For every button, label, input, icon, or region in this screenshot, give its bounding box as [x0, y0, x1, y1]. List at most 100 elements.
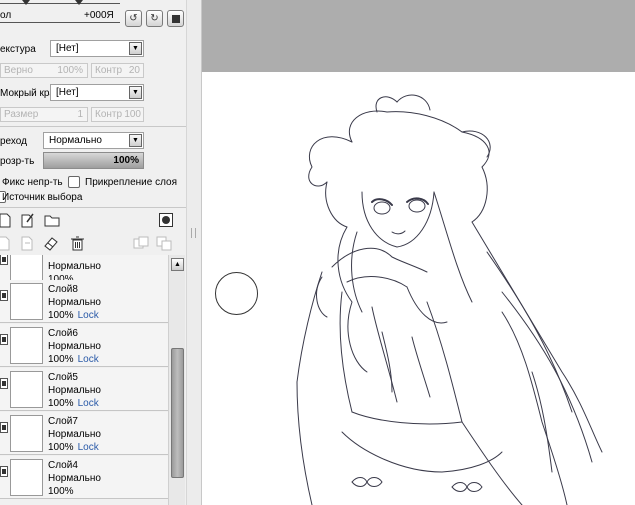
slider-marker-left[interactable] [22, 0, 30, 5]
layer-lock: Lock [77, 310, 99, 321]
slider-value: +000Я [84, 10, 114, 21]
tool-panel: ол +000Я ↺ ↻ екстура [Нет] ▼ Верно 100% … [0, 0, 186, 505]
visibility-icon[interactable] [0, 422, 8, 433]
opacity-value: 100% [113, 155, 139, 166]
layer-mode: Нормально [48, 385, 101, 396]
undo-button[interactable]: ↺ [125, 10, 142, 27]
record-icon [159, 213, 173, 227]
new-layer-icon [0, 213, 11, 227]
scroll-thumb[interactable] [171, 348, 184, 478]
pin-layer-checkbox[interactable] [68, 176, 80, 188]
visibility-icon[interactable] [0, 334, 8, 345]
chevron-down-icon: ▼ [129, 42, 142, 55]
redo-button[interactable]: ↻ [146, 10, 163, 27]
pin-layer-label: Прикрепление слоя [85, 177, 178, 188]
chevron-down-icon: ▼ [129, 86, 142, 99]
layer-opacity: 100% Lock [48, 310, 99, 321]
wet-contrast-field: Контр 100 [91, 107, 144, 122]
trash-icon [70, 236, 84, 250]
layer-lock: Lock [77, 398, 99, 409]
copy-layer-button[interactable] [0, 235, 12, 251]
section-divider [0, 126, 186, 127]
blend-mode-value: Нормально [49, 135, 102, 146]
layer-row[interactable]: Слой6 Нормально 100% Lock [0, 324, 168, 367]
new-layer-button[interactable] [0, 212, 13, 228]
mask-icon [133, 236, 149, 248]
new-vector-layer-icon [21, 213, 34, 227]
blend-mode-select[interactable]: Нормально ▼ [43, 132, 144, 149]
layer-list-scrollbar[interactable]: ▲ [168, 255, 185, 505]
layer-name: Слой6 [48, 328, 78, 339]
delete-layer-button[interactable] [69, 235, 85, 251]
slider-label: ол [0, 10, 12, 21]
merge-layer-icon [21, 236, 33, 250]
layer-mode: Нормально [48, 429, 101, 440]
layer-opacity: 100% [48, 486, 74, 497]
texture-contrast-field: Контр 20 [91, 63, 144, 78]
new-vector-layer-button[interactable] [20, 212, 36, 228]
lineart-drawing [296, 94, 603, 505]
layer-list[interactable]: Нормально 100% Слой8 Нормально 100%Lock … [0, 255, 168, 505]
chevron-down-icon: ▼ [129, 134, 142, 147]
layer-panel-menu-button[interactable] [158, 212, 174, 228]
section-divider [0, 207, 186, 208]
visibility-icon[interactable] [0, 466, 8, 477]
stop-icon [171, 14, 180, 23]
layer-row[interactable]: Слой4 Нормально 100% [0, 456, 168, 499]
visibility-icon[interactable] [0, 290, 8, 301]
layer-name: Слой7 [48, 416, 78, 427]
layer-lock: Lock [77, 354, 99, 365]
layer-opacity: 100% Lock [48, 442, 99, 453]
visibility-icon[interactable] [0, 378, 8, 389]
layer-opacity: 100% Lock [48, 398, 99, 409]
opacity-label: розр-ть [0, 156, 35, 167]
merge-layer-button[interactable] [19, 235, 35, 251]
panel-splitter[interactable] [186, 0, 202, 505]
opacity-slider[interactable]: 100% [43, 152, 144, 169]
layer-thumbnail [10, 415, 43, 452]
eraser-icon [44, 236, 58, 251]
splitter-grip-icon [191, 228, 196, 238]
slider-track [0, 3, 120, 4]
layer-row[interactable]: Слой5 Нормально 100% Lock [0, 368, 168, 411]
visibility-icon[interactable] [0, 255, 8, 265]
wet-contrast-value: 100 [124, 109, 141, 120]
texture-label: екстура [0, 44, 36, 55]
canvas-paper[interactable] [202, 72, 635, 505]
stop-button[interactable] [167, 10, 184, 27]
clip-label: Фикс непр-ть [2, 177, 63, 188]
texture-value: [Нет] [56, 43, 79, 54]
slider-marker-right[interactable] [75, 0, 83, 5]
layer-lock: Lock [77, 442, 99, 453]
layer-row[interactable]: Слой7 Нормально 100% Lock [0, 412, 168, 455]
folder-icon [44, 215, 60, 226]
texture-contrast-label: Контр [95, 65, 123, 76]
clear-layer-button[interactable] [43, 235, 59, 251]
chevron-up-icon: ▲ [174, 261, 181, 268]
source-label: Источник выбора [2, 192, 83, 203]
wet-size-label: Размер [4, 109, 39, 120]
layer-mode: Нормально [48, 341, 101, 352]
brush-cursor [215, 272, 258, 315]
texture-select[interactable]: [Нет] ▼ [50, 40, 144, 57]
layer-thumbnail [10, 459, 43, 496]
texture-contrast-value: 20 [128, 65, 140, 76]
wet-edge-value: [Нет] [56, 87, 79, 98]
layer-row[interactable]: Слой8 Нормально 100% Lock [0, 280, 168, 323]
transfer-button[interactable] [156, 235, 172, 251]
layer-mode: Нормально [48, 473, 101, 484]
transfer-icon [156, 236, 172, 250]
new-folder-button[interactable] [44, 212, 60, 228]
layer-thumbnail [10, 283, 43, 320]
redo-icon: ↻ [150, 13, 159, 24]
mask-button[interactable] [133, 235, 149, 251]
layer-name: Слой5 [48, 372, 78, 383]
scroll-up-button[interactable]: ▲ [171, 258, 184, 271]
wet-edge-select[interactable]: [Нет] ▼ [50, 84, 144, 101]
undo-icon: ↺ [129, 13, 138, 24]
slider-baseline [0, 22, 120, 23]
copy-layer-icon [0, 236, 10, 250]
layer-mode: Нормально [48, 261, 101, 272]
texture-amount-value: 100% [57, 65, 83, 76]
layer-name: Слой4 [48, 460, 78, 471]
